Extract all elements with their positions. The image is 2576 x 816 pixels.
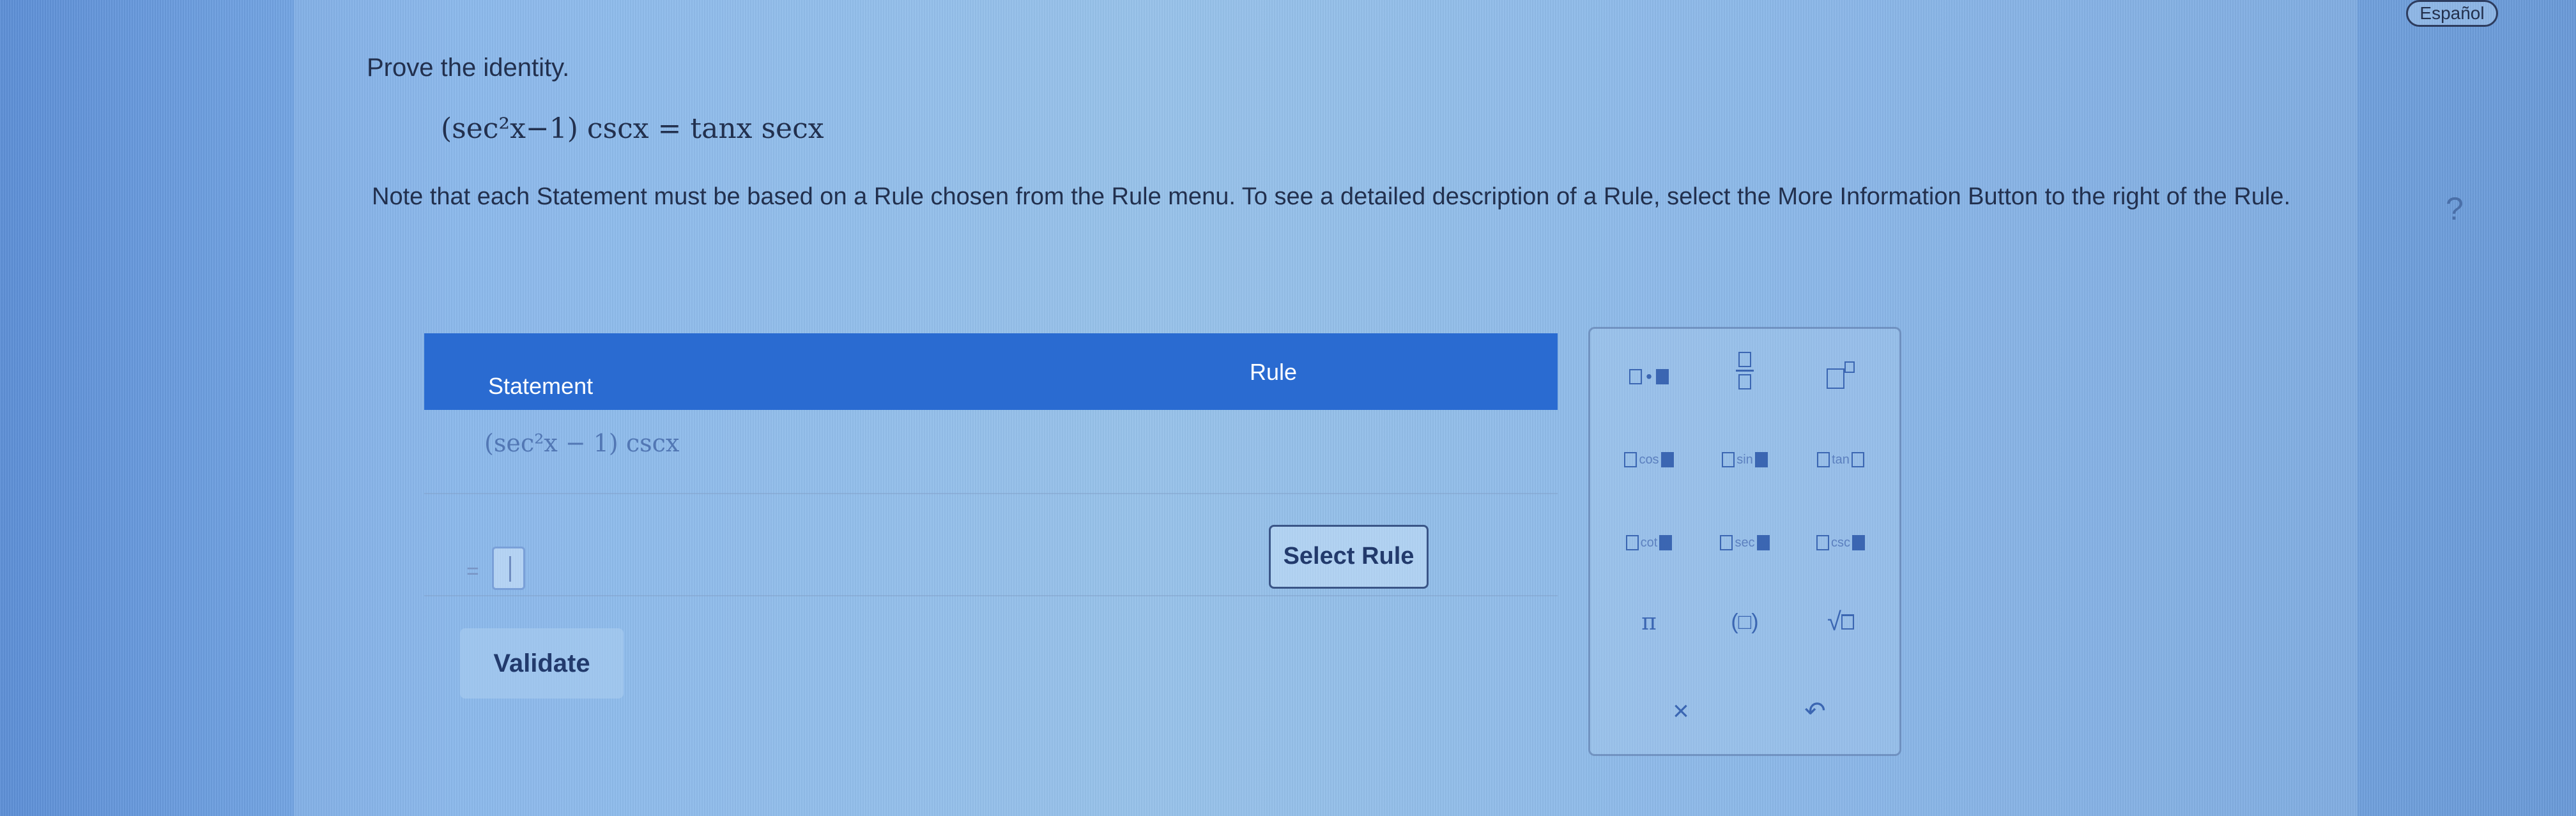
equals-sign: = [466, 559, 479, 584]
sec-template-button[interactable]: sec [1700, 520, 1790, 565]
placeholder-icon [1851, 452, 1864, 467]
table-row: (sec²x − 1) cscx [424, 410, 1558, 494]
multiply-template-button[interactable]: • [1604, 354, 1694, 399]
placeholder-icon [1754, 452, 1768, 467]
fraction-template-button[interactable] [1700, 348, 1790, 393]
placeholder-icon [1629, 369, 1643, 384]
statement-input[interactable] [492, 547, 525, 590]
placeholder-icon [1756, 535, 1770, 550]
sqrt-icon: √ [1827, 607, 1841, 636]
base-icon [1827, 368, 1844, 389]
parentheses-button[interactable]: (□) [1700, 600, 1790, 644]
text-cursor [509, 556, 511, 582]
placeholder-icon [1659, 535, 1673, 550]
validate-button[interactable]: Validate [460, 628, 624, 699]
clear-icon[interactable]: × [1636, 689, 1726, 734]
table-header: Statement Rule [424, 333, 1558, 410]
table-row: = Select Rule [424, 493, 1558, 596]
cos-template-button[interactable]: cos [1604, 437, 1694, 482]
sin-template-button[interactable]: sin [1700, 437, 1790, 482]
math-palette: • cos sin tan cot sec csc π (□) √ × ↶ [1588, 327, 1901, 756]
placeholder-icon [1655, 369, 1669, 384]
placeholder-icon [1722, 452, 1735, 467]
placeholder-icon [1720, 535, 1733, 550]
placeholder-icon [1660, 452, 1674, 467]
csc-label: csc [1831, 535, 1850, 550]
csc-template-button[interactable]: csc [1796, 520, 1885, 565]
dot-operator-icon: • [1646, 366, 1652, 386]
select-rule-button[interactable]: Select Rule [1269, 525, 1429, 589]
pi-button[interactable]: π [1604, 600, 1694, 644]
placeholder-icon [1817, 452, 1830, 467]
cos-label: cos [1639, 452, 1659, 467]
placeholder-icon [1852, 535, 1865, 550]
instruction-note: Note that each Statement must be based o… [372, 183, 2291, 210]
denominator-icon [1738, 374, 1751, 389]
statement-header: Statement [488, 373, 594, 399]
superscript-icon [1844, 361, 1855, 373]
undo-icon[interactable]: ↶ [1770, 689, 1860, 734]
placeholder-icon [1816, 535, 1829, 550]
sin-label: sin [1736, 452, 1753, 467]
cot-template-button[interactable]: cot [1604, 520, 1694, 565]
radicand-icon [1841, 614, 1854, 630]
placeholder-icon [1624, 452, 1637, 467]
cot-label: cot [1640, 535, 1658, 550]
fraction-bar-icon [1736, 369, 1754, 372]
numerator-icon [1738, 351, 1751, 367]
help-icon[interactable]: ? [2446, 190, 2464, 227]
problem-prompt: Prove the identity. [367, 54, 570, 82]
placeholder-icon [1625, 535, 1639, 550]
given-statement: (sec²x − 1) cscx [484, 429, 680, 457]
exponent-template-button[interactable] [1796, 352, 1885, 397]
identity-equation: (sec²x−1) cscx = tanx secx [441, 112, 824, 145]
tan-label: tan [1832, 452, 1850, 467]
language-button[interactable]: Español [2406, 0, 2498, 27]
tan-template-button[interactable]: tan [1796, 437, 1885, 482]
sqrt-template-button[interactable]: √ [1796, 600, 1885, 644]
rule-header: Rule [1250, 359, 1298, 385]
sec-label: sec [1735, 535, 1755, 550]
